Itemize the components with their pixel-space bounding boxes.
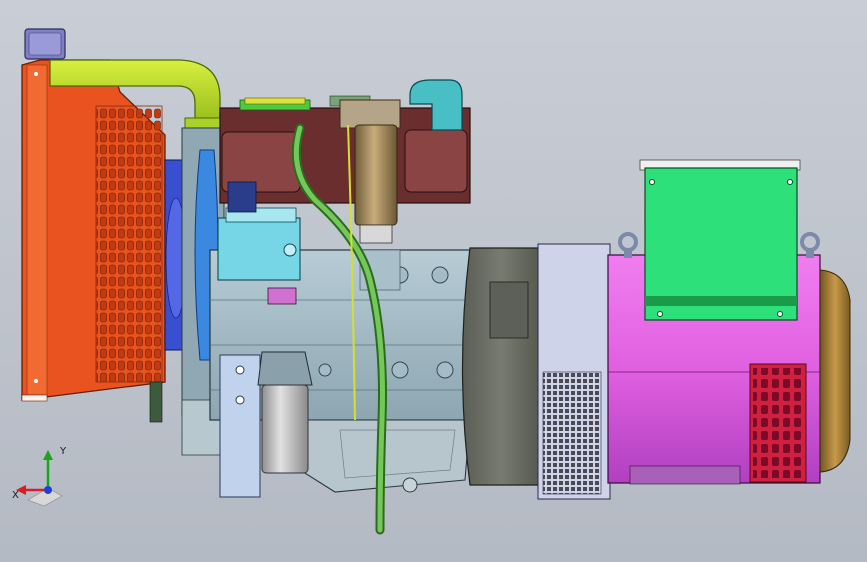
z-axis-dot-icon — [44, 486, 52, 494]
bell-housing[interactable] — [461, 247, 541, 486]
y-axis-arrow-icon — [43, 450, 53, 460]
y-axis-label: Y — [59, 446, 67, 457]
lifting-eye-left[interactable] — [618, 232, 638, 258]
coordinate-triad: Y X — [12, 446, 67, 507]
x-axis-label: X — [12, 490, 19, 501]
generator-set-model[interactable] — [0, 0, 867, 562]
lifting-eye-right[interactable] — [800, 232, 820, 258]
cad-viewport[interactable]: Y X — [0, 0, 867, 562]
radiator-cap[interactable] — [24, 28, 66, 60]
radiator[interactable] — [21, 59, 166, 423]
terminal-box[interactable] — [639, 159, 801, 321]
engine-mount-bracket[interactable] — [219, 354, 261, 498]
oil-filter[interactable] — [257, 351, 313, 474]
